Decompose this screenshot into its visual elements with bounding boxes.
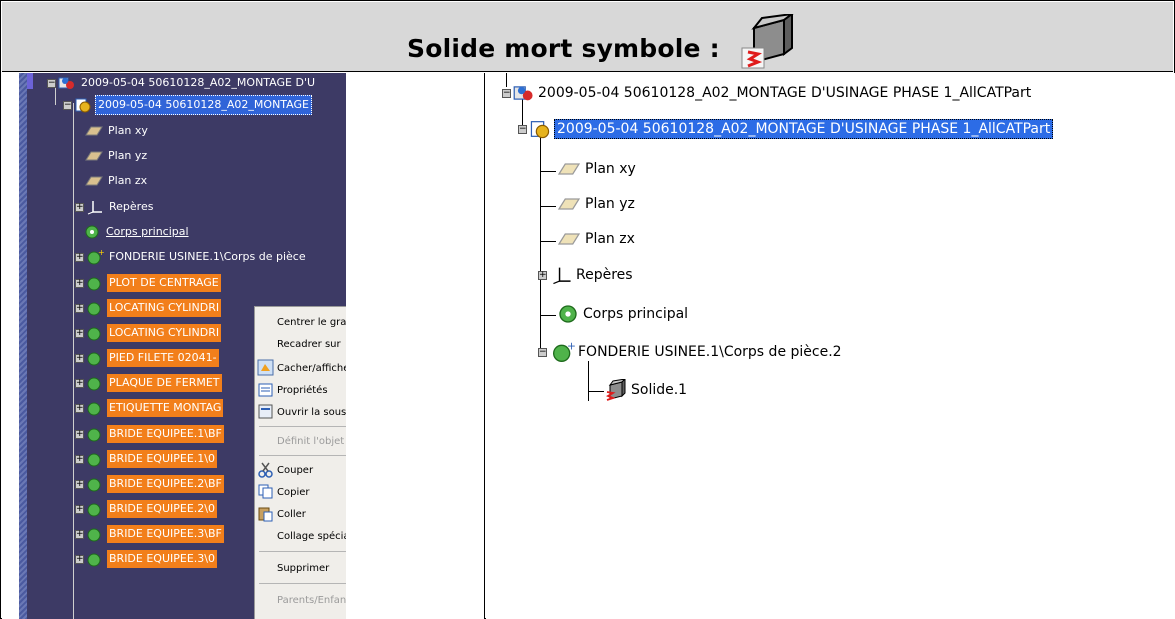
plane-icon: [85, 126, 103, 136]
tree-part[interactable]: − 2009-05-04 50610128_A02_MONTAGE: [63, 95, 312, 115]
left-edge-mark: [27, 73, 33, 89]
tree-line: [540, 171, 556, 172]
menu-item-cacher[interactable]: Cacher/affiche: [255, 357, 346, 379]
tree-line: [588, 361, 589, 401]
body-icon: [559, 305, 577, 323]
body-icon: [87, 553, 101, 567]
plane-icon: [85, 151, 103, 161]
right-tree-plan-yz[interactable]: Plan yz: [556, 194, 635, 214]
plane-icon: [557, 163, 581, 175]
tree-item-plot[interactable]: + PLOT DE CENTRAGE: [75, 273, 221, 293]
menu-item-parents[interactable]: Parents/Enfan: [255, 589, 346, 611]
body-icon: +: [553, 341, 575, 362]
right-tree-screenshot: − 2009-05-04 50610128_A02_MONTAGE D'USIN…: [502, 73, 1054, 403]
axis-system-icon: [553, 267, 571, 285]
tree-line: [540, 241, 556, 242]
tree-item-bride-1b[interactable]: + BRIDE EQUIPEE.1\0: [75, 449, 217, 469]
right-tree-root-label: 2009-05-04 50610128_A02_MONTAGE D'USINAG…: [538, 85, 1032, 101]
product-icon: [513, 86, 533, 101]
tree-root-label: 2009-05-04 50610128_A02_MONTAGE D'U: [81, 76, 316, 89]
right-tree-reperes[interactable]: + Repères: [538, 265, 633, 285]
axis-system-icon: [87, 201, 102, 215]
tree-item-corps-principal[interactable]: Corps principal: [83, 222, 191, 242]
body-icon: [87, 277, 101, 291]
header-title: Solide mort symbole :: [407, 34, 720, 63]
right-tree-plan-zx[interactable]: Plan zx: [556, 229, 635, 249]
menu-item-coller[interactable]: Coller: [255, 503, 346, 525]
menu-item-supprimer[interactable]: Supprimer: [255, 557, 346, 579]
part-gear-icon: [75, 98, 91, 113]
right-tree-plan-xy[interactable]: Plan xy: [556, 159, 636, 179]
body-icon: [87, 478, 101, 492]
left-edge-strip: [19, 73, 27, 619]
left-cell: − 2009-05-04 50610128_A02_MONTAGE D'U − …: [2, 73, 485, 619]
tree-item-fonderie[interactable]: + + FONDERIE USINEE.1\Corps de pièce: [75, 247, 308, 267]
menu-item-proprietes[interactable]: Propriétés: [255, 379, 346, 401]
tree-item-plan-yz[interactable]: Plan yz: [85, 146, 149, 166]
body-icon: [87, 377, 101, 391]
plane-icon: [85, 176, 103, 186]
tree-item-plaque[interactable]: + PLAQUE DE FERMET: [75, 373, 222, 393]
tree-line: [73, 103, 74, 619]
tree-item-plan-xy[interactable]: Plan xy: [85, 121, 150, 141]
tree-item-pied[interactable]: + PIED FILETE 02041-: [75, 348, 219, 368]
menu-item-collage-special[interactable]: Collage spécial: [255, 525, 346, 547]
body-icon: [87, 528, 101, 542]
body-icon: [87, 327, 101, 341]
menu-item-copier[interactable]: Copier: [255, 481, 346, 503]
right-tree-solide[interactable]: Solide.1: [604, 379, 687, 401]
tree-item-bride-2a[interactable]: + BRIDE EQUIPEE.2\BF: [75, 474, 224, 494]
tree-item-bride-1a[interactable]: + BRIDE EQUIPEE.1\BF: [75, 424, 224, 444]
menu-item-definit[interactable]: Définit l'objet c: [255, 430, 346, 452]
right-cell: − 2009-05-04 50610128_A02_MONTAGE D'USIN…: [486, 73, 1175, 619]
plane-icon: [557, 233, 581, 245]
svg-text:+: +: [98, 249, 104, 257]
menu-separator: [259, 426, 346, 427]
body-icon: [87, 453, 101, 467]
dead-solid-icon: [741, 14, 794, 69]
dead-solid-icon: [605, 379, 626, 401]
tree-root[interactable]: − 2009-05-04 50610128_A02_MONTAGE D'U: [47, 73, 317, 93]
svg-text:+: +: [567, 341, 575, 352]
left-tree-screenshot: − 2009-05-04 50610128_A02_MONTAGE D'U − …: [19, 73, 346, 619]
plane-icon: [557, 198, 581, 210]
body-icon: +: [87, 249, 104, 265]
right-tree-part[interactable]: − 2009-05-04 50610128_A02_MONTAGE D'USIN…: [518, 119, 1054, 139]
body-icon: [85, 225, 99, 239]
menu-item-centrer[interactable]: Centrer le grap: [255, 311, 346, 333]
menu-item-couper[interactable]: Couper: [255, 459, 346, 481]
tree-line: [540, 315, 556, 316]
menu-item-recadrer[interactable]: Recadrer sur: [255, 333, 346, 355]
tree-item-bride-3b[interactable]: + BRIDE EQUIPEE.3\0: [75, 549, 217, 569]
header-bar: Solide mort symbole :: [2, 2, 1173, 72]
right-tree-root[interactable]: − 2009-05-04 50610128_A02_MONTAGE D'USIN…: [502, 83, 1031, 103]
context-menu: Centrer le grap Recadrer sur Cacher/affi…: [254, 306, 346, 619]
menu-separator: [259, 551, 346, 552]
tree-part-label: 2009-05-04 50610128_A02_MONTAGE: [95, 95, 312, 115]
page-frame: Solide mort symbole : − 2009-05-04 50610…: [0, 0, 1175, 619]
tree-item-etiquette[interactable]: + ETIQUETTE MONTAG: [75, 398, 224, 418]
tree-item-bride-2b[interactable]: + BRIDE EQUIPEE.2\0: [75, 499, 217, 519]
right-tree-part-label: 2009-05-04 50610128_A02_MONTAGE D'USINAG…: [554, 119, 1054, 139]
menu-item-ouvrir[interactable]: Ouvrir la sous-: [255, 401, 346, 423]
body-icon: [87, 428, 101, 442]
tree-item-locating-1[interactable]: + LOCATING CYLINDRI: [75, 298, 222, 318]
right-tree-corps-principal[interactable]: Corps principal: [556, 303, 688, 325]
part-gear-icon: [530, 121, 550, 139]
tree-item-plan-zx[interactable]: Plan zx: [85, 171, 149, 191]
tree-item-bride-3a[interactable]: + BRIDE EQUIPEE.3\BF: [75, 524, 224, 544]
right-tree-fonderie[interactable]: − + FONDERIE USINEE.1\Corps de pièce.2: [538, 341, 842, 363]
tree-line: [588, 391, 604, 392]
tree-item-reperes[interactable]: + Repères: [75, 197, 155, 217]
menu-separator: [259, 583, 346, 584]
tree-item-locating-2[interactable]: + LOCATING CYLINDRI: [75, 323, 222, 343]
body-icon: [87, 352, 101, 366]
product-icon: [58, 77, 74, 89]
body-icon: [87, 402, 101, 416]
menu-separator: [259, 455, 346, 456]
body-icon: [87, 503, 101, 517]
body-icon: [87, 302, 101, 316]
tree-line: [540, 206, 556, 207]
